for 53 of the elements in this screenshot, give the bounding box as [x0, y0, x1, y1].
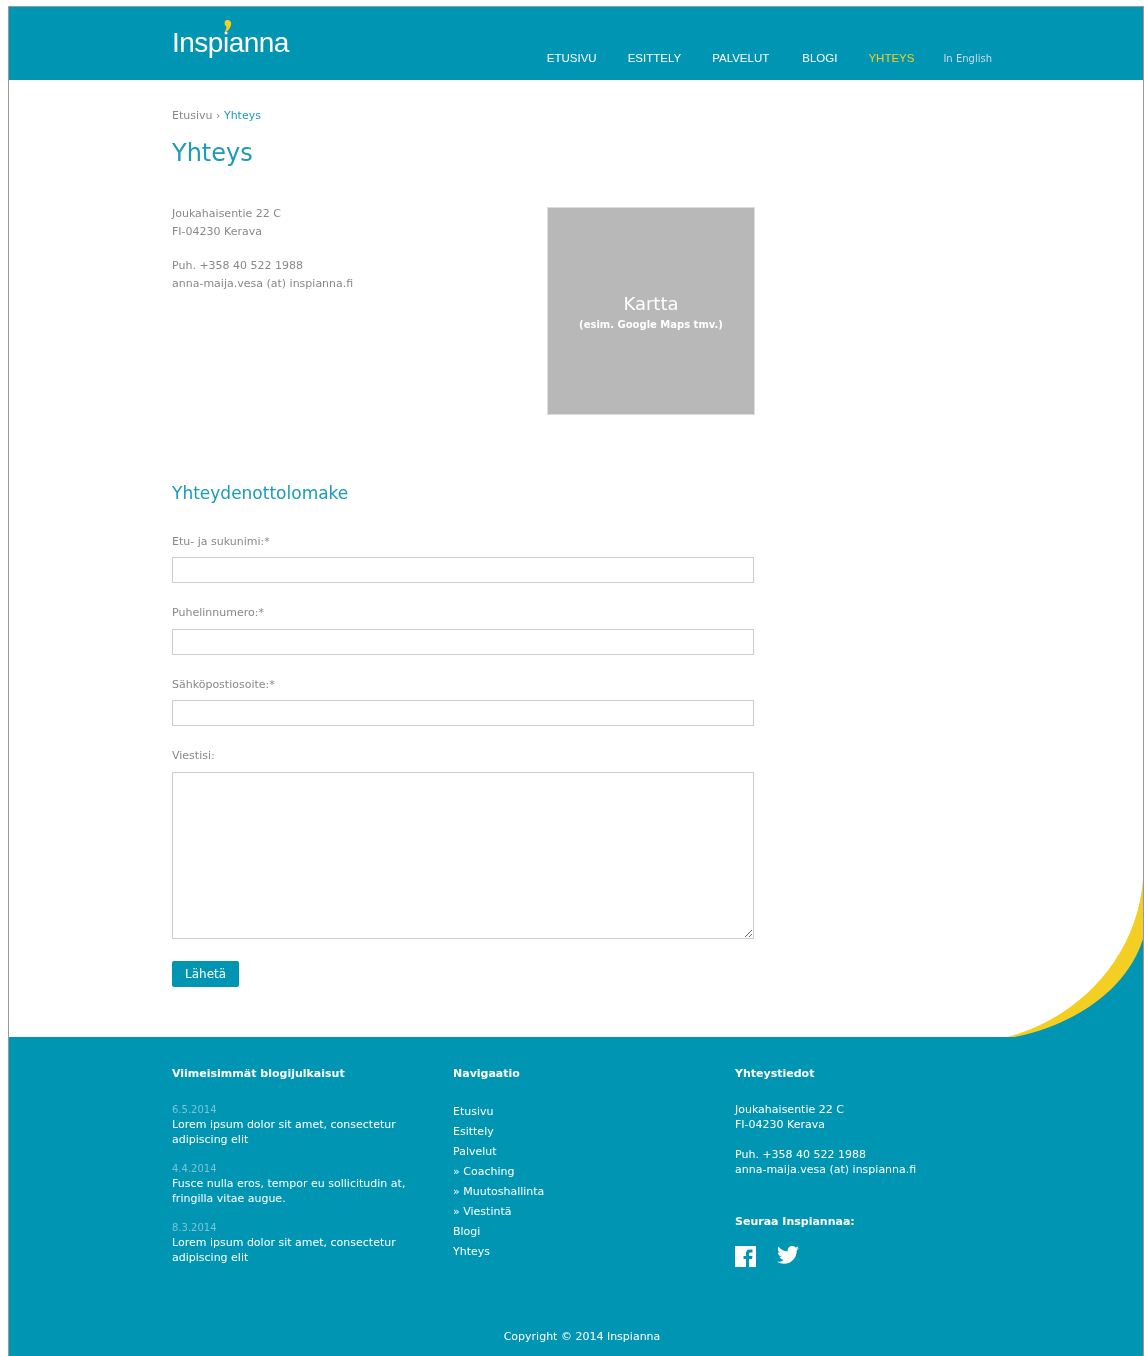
contact-line: Puh. +358 40 522 1988	[735, 1146, 868, 1162]
footer-heading: Navigaatio	[453, 1066, 521, 1082]
contact-line: anna-maija.vesa (at) inspianna.fi	[735, 1161, 917, 1177]
page-title: Yhteys	[172, 138, 254, 168]
nav-link[interactable]: YHTEYS	[868, 50, 915, 68]
footer-nav-link[interactable]: Esittely	[453, 1121, 494, 1142]
post-link[interactable]: Lorem ipsum dolor sit amet, consectetur adipiscing elit	[172, 1234, 407, 1265]
map-title: Kartta	[623, 292, 679, 317]
address-line: FI-04230 Kerava	[735, 1116, 826, 1132]
footer-nav-link[interactable]: Blogi	[453, 1221, 481, 1242]
footer-nav-link[interactable]: Palvelut	[453, 1141, 497, 1162]
input-field[interactable]	[172, 628, 754, 655]
follow-heading: Seuraa Inspiannaa:	[735, 1213, 856, 1230]
footer-nav-link[interactable]: » Coaching	[453, 1161, 515, 1182]
nav-link[interactable]: BLOGI	[802, 50, 838, 68]
message-field[interactable]	[172, 771, 754, 939]
footer-heading: Yhteystiedot	[735, 1066, 816, 1082]
footer-nav-link[interactable]: » Muutoshallinta	[453, 1181, 545, 1202]
bird-icon[interactable]	[777, 1246, 799, 1264]
address-line: Joukahaisentie 22 C	[735, 1101, 845, 1117]
footer-nav-link[interactable]: » Viestintä	[453, 1201, 512, 1222]
address-line: FI-04230 Kerava	[172, 223, 263, 240]
breadcrumb-link[interactable]: Yhteys	[223, 109, 261, 122]
input-field[interactable]	[172, 557, 754, 584]
nav-link[interactable]: ETUSIVU	[546, 50, 597, 68]
language-link[interactable]: In English	[943, 51, 992, 67]
footer-nav-link[interactable]: Etusivu	[453, 1101, 494, 1122]
submit-button[interactable]: Lähetä	[172, 960, 240, 987]
nav-link[interactable]: ESITTELY	[627, 50, 682, 68]
address-line: Joukahaisentie 22 C	[172, 206, 282, 223]
field-label: Etu- ja sukunimi:*	[172, 533, 271, 550]
footer-heading: Viimeisimmät blogijulkaisut	[172, 1066, 346, 1082]
logo-text[interactable]: Inspianna	[172, 27, 289, 58]
facebook-icon[interactable]	[735, 1246, 756, 1267]
form-title: Yhteydenottolomake	[172, 483, 350, 504]
contact-line: Puh. +358 40 522 1988	[172, 258, 305, 275]
comma-icon	[223, 20, 232, 33]
copyright-text: Copyright © 2014 Inspianna	[503, 1329, 661, 1343]
field-label: Puhelinnumero:*	[172, 605, 265, 622]
post-date: 6.5.2014	[172, 1102, 218, 1117]
breadcrumb-separator: ›	[215, 109, 222, 122]
contact-line: anna-maija.vesa (at) inspianna.fi	[172, 275, 355, 292]
footer-nav-link[interactable]: Yhteys	[453, 1241, 490, 1262]
post-date: 4.4.2014	[172, 1161, 218, 1176]
post-link[interactable]: Fusce nulla eros, tempor eu sollicitudin at, fringilla vitae augue.	[172, 1175, 407, 1206]
post-date: 8.3.2014	[172, 1220, 218, 1235]
nav-link[interactable]: PALVELUT	[712, 50, 770, 68]
map-subtitle: (esim. Google Maps tmv.)	[579, 318, 723, 333]
field-label: Sähköpostiosoite:*	[172, 676, 276, 693]
input-field[interactable]	[172, 700, 754, 727]
post-link[interactable]: Lorem ipsum dolor sit amet, consectetur adipiscing elit	[172, 1116, 407, 1147]
field-label: Viestisi:	[172, 748, 216, 765]
breadcrumb-link[interactable]: Etusivu	[172, 109, 213, 122]
